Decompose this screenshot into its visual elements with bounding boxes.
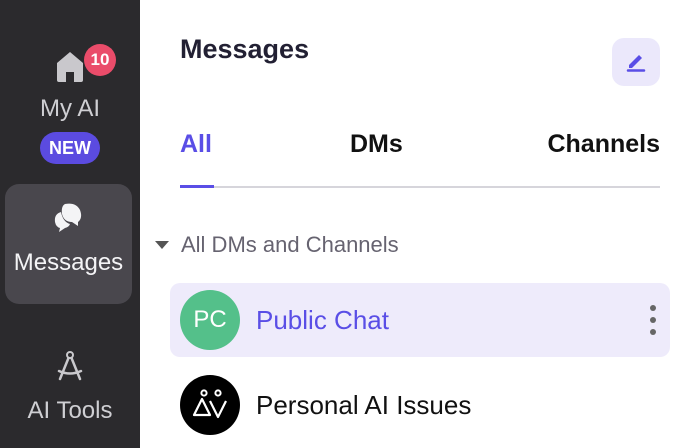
personal-ai-logo-icon xyxy=(180,375,240,435)
left-rail: My AI NEW 10 Messages AI Tools xyxy=(0,0,140,448)
new-badge: NEW xyxy=(40,132,100,164)
notification-count-badge: 10 xyxy=(84,44,116,76)
conversation-name: Personal AI Issues xyxy=(256,389,472,420)
conversation-name: Public Chat xyxy=(256,304,389,335)
conversation-row-personal-ai-issues[interactable]: Personal AI Issues xyxy=(170,368,670,442)
home-icon xyxy=(53,46,87,86)
rail-item-label: Messages xyxy=(13,249,124,276)
chat-bubbles-icon xyxy=(52,200,86,239)
rail-item-messages[interactable]: Messages xyxy=(5,184,132,304)
compose-button[interactable] xyxy=(612,38,660,86)
messages-panel: Messages All DMs Channels All DMs and Ch… xyxy=(140,0,694,448)
caret-down-icon xyxy=(155,241,169,249)
compass-tool-icon xyxy=(55,350,85,387)
tab-all[interactable]: All xyxy=(180,130,212,159)
tab-channels[interactable]: Channels xyxy=(547,130,660,159)
edit-icon xyxy=(624,48,648,77)
rail-item-label: My AI xyxy=(39,95,100,122)
message-tabs: All DMs Channels xyxy=(180,126,660,188)
active-tab-indicator xyxy=(180,185,214,188)
rail-item-my-ai[interactable]: My AI NEW xyxy=(0,40,140,170)
tab-dms[interactable]: DMs xyxy=(350,130,403,159)
section-label: All DMs and Channels xyxy=(181,232,399,257)
page-title: Messages xyxy=(180,34,310,64)
more-options-icon[interactable] xyxy=(648,305,658,335)
rail-item-label: AI Tools xyxy=(27,397,113,424)
conversation-row-public-chat[interactable]: PC Public Chat xyxy=(170,283,670,357)
avatar: PC xyxy=(180,290,240,350)
section-header-all-dms-channels[interactable]: All DMs and Channels xyxy=(155,232,399,258)
rail-item-ai-tools[interactable]: AI Tools xyxy=(0,350,140,440)
